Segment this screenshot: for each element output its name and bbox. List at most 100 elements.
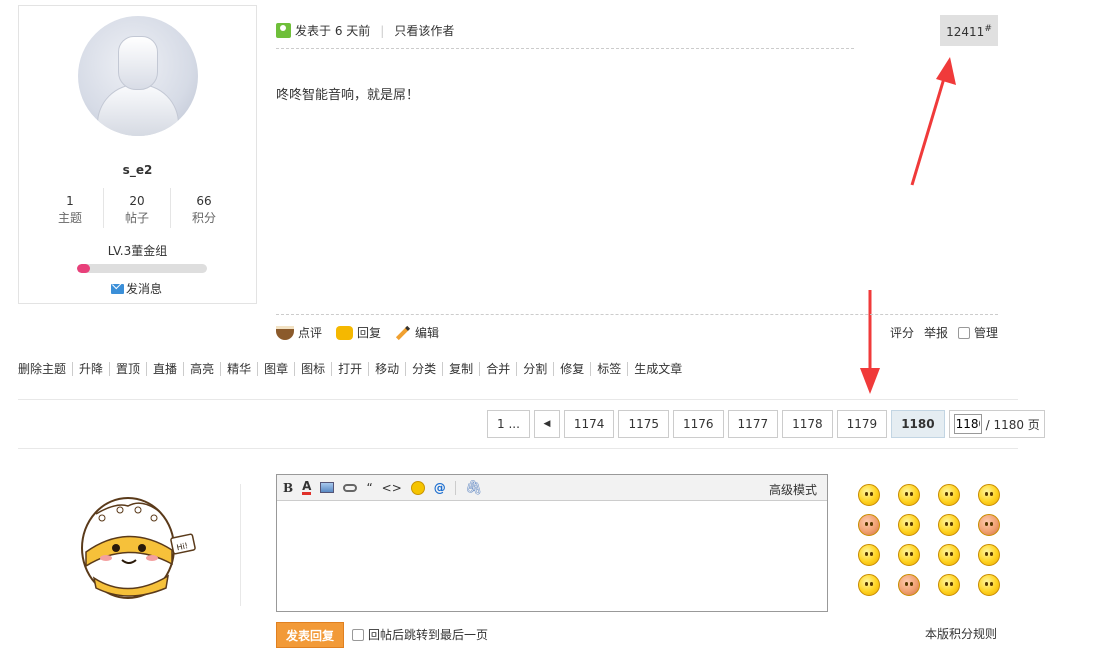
- page-link[interactable]: 1178: [782, 410, 833, 438]
- divider-line: [18, 448, 1018, 449]
- user-stats: 1 主题 20 帖子 66 积分: [37, 188, 237, 228]
- page-first[interactable]: 1 ...: [487, 410, 530, 438]
- comment-label: 点评: [298, 326, 323, 340]
- jump-to-last-option[interactable]: 回帖后跳转到最后一页: [352, 626, 488, 643]
- smiley-icon[interactable]: [898, 514, 920, 536]
- edit-label: 编辑: [415, 326, 440, 340]
- mention-button[interactable]: @: [434, 481, 446, 495]
- bold-button[interactable]: B: [283, 481, 293, 495]
- avatar-body-shape: [97, 84, 179, 136]
- manage-toggle[interactable]: 管理: [957, 324, 998, 341]
- floor-number-badge[interactable]: 12411#: [940, 15, 998, 46]
- only-author-link[interactable]: 只看该作者: [394, 22, 454, 39]
- smiley-icon[interactable]: [898, 574, 920, 596]
- mod-tool-item[interactable]: 高亮: [183, 362, 220, 376]
- insert-image-button[interactable]: [320, 482, 335, 493]
- smiley-icon[interactable]: [978, 484, 1000, 506]
- post-right-actions: 评分 举报 管理: [890, 324, 998, 341]
- smiley-button[interactable]: [410, 480, 425, 495]
- report-link[interactable]: 举报: [924, 324, 948, 341]
- send-message-label: 发消息: [126, 282, 163, 296]
- mod-tool-item[interactable]: 直播: [146, 362, 183, 376]
- toolbar-separator: [454, 480, 456, 495]
- username[interactable]: s_e2: [19, 163, 256, 177]
- rate-link[interactable]: 评分: [890, 324, 914, 341]
- link-icon: [343, 483, 358, 492]
- smiley-icon[interactable]: [978, 514, 1000, 536]
- smiley-icon[interactable]: [978, 544, 1000, 566]
- mail-icon: [111, 283, 124, 294]
- reply-button[interactable]: 回复: [336, 324, 381, 341]
- edit-button[interactable]: 编辑: [395, 324, 439, 341]
- mod-tool-item[interactable]: 标签: [590, 362, 627, 376]
- smiley-panel: [855, 484, 1015, 596]
- reply-label: 回复: [357, 326, 382, 340]
- smiley-icon[interactable]: [938, 514, 960, 536]
- smiley-icon[interactable]: [898, 484, 920, 506]
- level-progress-fill: [77, 264, 90, 273]
- send-message-link[interactable]: 发消息: [111, 280, 162, 297]
- mod-tool-item[interactable]: 打开: [331, 362, 368, 376]
- insert-link-button[interactable]: [343, 483, 358, 492]
- smiley-icon[interactable]: [978, 574, 1000, 596]
- code-button[interactable]: <>: [382, 481, 402, 495]
- reply-textarea[interactable]: [277, 501, 827, 611]
- divider: |: [380, 23, 385, 38]
- avatar-head-shape: [118, 36, 158, 90]
- points-rules-link[interactable]: 本版积分规则: [925, 625, 997, 642]
- stat-points[interactable]: 66 积分: [171, 188, 237, 228]
- mod-tool-item[interactable]: 图章: [257, 362, 294, 376]
- smiley-icon[interactable]: [858, 574, 880, 596]
- page-link[interactable]: 1176: [673, 410, 724, 438]
- post-actions: 点评 回复 编辑: [276, 324, 439, 341]
- actions-divider: [276, 314, 998, 315]
- mod-tool-item[interactable]: 合并: [479, 362, 516, 376]
- post-content: 咚咚智能音响，就是屌！: [276, 88, 420, 103]
- online-status-icon: [276, 23, 291, 38]
- smiley-icon: [410, 480, 425, 495]
- page-current: 1180: [891, 410, 945, 438]
- page-prev-button[interactable]: ◀: [533, 410, 560, 438]
- manage-checkbox[interactable]: [957, 326, 970, 339]
- mod-tool-item[interactable]: 分割: [516, 362, 553, 376]
- advanced-mode-link[interactable]: 高级模式: [769, 481, 817, 498]
- smiley-icon[interactable]: [858, 514, 880, 536]
- font-color-button[interactable]: A: [302, 480, 312, 495]
- smiley-icon[interactable]: [938, 574, 960, 596]
- smiley-icon[interactable]: [898, 544, 920, 566]
- smiley-icon[interactable]: [938, 544, 960, 566]
- editor-toolbar: B A “ <> @ 🖇 高级模式: [277, 475, 827, 501]
- stat-posts[interactable]: 20 帖子: [104, 188, 171, 228]
- smiley-icon[interactable]: [938, 484, 960, 506]
- page-link[interactable]: 1174: [563, 410, 615, 438]
- page-jump-input[interactable]: [953, 414, 982, 434]
- page-link[interactable]: 1177: [727, 410, 779, 438]
- mod-tool-item[interactable]: 分类: [405, 362, 442, 376]
- divider-line: [18, 399, 1018, 400]
- mod-tool-item[interactable]: 精华: [220, 362, 257, 376]
- mod-tool-item[interactable]: 修复: [553, 362, 590, 376]
- stat-label: 主题: [57, 211, 82, 225]
- jump-to-last-label: 回帖后跳转到最后一页: [368, 628, 489, 642]
- header-divider: [276, 48, 854, 49]
- submit-reply-button[interactable]: 发表回复: [276, 622, 344, 648]
- mod-tool-item[interactable]: 升降: [72, 362, 109, 376]
- mod-tool-item[interactable]: 删除主题: [18, 362, 72, 376]
- quote-button[interactable]: “: [366, 481, 372, 495]
- speech-bubble-icon: [336, 325, 354, 340]
- page-link[interactable]: 1179: [836, 410, 888, 438]
- attachment-button[interactable]: 🖇: [465, 480, 483, 496]
- jump-to-last-checkbox[interactable]: [352, 628, 364, 641]
- smiley-icon[interactable]: [858, 544, 880, 566]
- comment-button[interactable]: 点评: [276, 324, 322, 341]
- page-link[interactable]: 1175: [618, 410, 669, 438]
- stat-topics[interactable]: 1 主题: [37, 188, 104, 228]
- mod-tool-item[interactable]: 置顶: [109, 362, 146, 376]
- mod-tool-item[interactable]: 生成文章: [627, 362, 688, 376]
- mod-tool-item[interactable]: 移动: [368, 362, 405, 376]
- stat-label: 帖子: [124, 211, 149, 225]
- smiley-icon[interactable]: [858, 484, 880, 506]
- mod-tool-item[interactable]: 图标: [294, 362, 331, 376]
- mod-tool-item[interactable]: 复制: [442, 362, 479, 376]
- user-avatar[interactable]: [78, 16, 198, 136]
